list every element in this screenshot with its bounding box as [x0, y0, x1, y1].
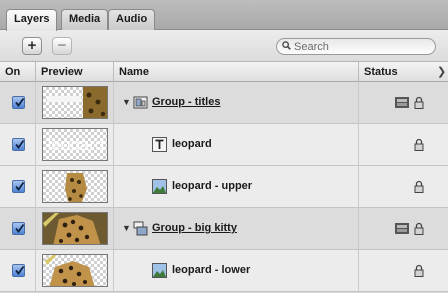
layer-preview-thumbnail: leopard — [42, 128, 108, 161]
disclosure-triangle-icon[interactable]: ▼ — [122, 223, 131, 233]
tab-bar: Layers Media Audio — [0, 0, 448, 31]
image-layer-icon — [152, 179, 167, 194]
layer-preview-thumbnail — [42, 254, 108, 287]
column-name-label: Name — [119, 66, 149, 78]
name-cell: ▼ Group - big kitty — [114, 208, 359, 250]
on-cell — [0, 208, 36, 250]
search-input[interactable] — [294, 39, 424, 54]
preview-cell — [36, 250, 114, 292]
status-cell — [359, 82, 437, 124]
preview-cell — [36, 166, 114, 208]
column-status-label: Status — [364, 66, 398, 78]
layer-row[interactable]: leopard leopard — [0, 124, 448, 166]
add-layer-button[interactable]: + — [22, 37, 42, 55]
layer-name[interactable]: leopard - upper — [172, 180, 252, 192]
layer-preview-thumbnail — [42, 212, 108, 245]
enable-checkbox[interactable] — [12, 96, 25, 109]
on-cell — [0, 82, 36, 124]
tab-media-label: Media — [69, 13, 101, 25]
layer-row[interactable]: ▼ Group - big kitty — [0, 208, 448, 250]
name-cell: ▼ Group - titles — [114, 82, 359, 124]
column-status[interactable]: Status — [359, 62, 437, 82]
layer-name[interactable]: leopard — [172, 138, 212, 150]
group-icon — [133, 96, 148, 109]
lock-icon[interactable] — [414, 96, 424, 109]
column-name[interactable]: Name — [114, 62, 359, 82]
toolbar: + − — [0, 30, 448, 62]
chevron-right-icon[interactable]: ❯ — [437, 65, 446, 78]
checkmark-icon — [15, 97, 25, 107]
image-layer-icon — [152, 263, 167, 278]
disclosure-triangle-icon[interactable]: ▼ — [122, 97, 131, 107]
status-cell — [359, 250, 437, 292]
group-icon — [133, 221, 148, 236]
enable-checkbox[interactable] — [12, 222, 25, 235]
tab-layers[interactable]: Layers — [6, 9, 58, 31]
checkmark-icon — [15, 139, 25, 149]
tab-media[interactable]: Media — [61, 9, 109, 30]
tab-audio[interactable]: Audio — [108, 9, 156, 30]
layers-list: ▼ Group - titles leopard leopard leopard… — [0, 82, 448, 293]
layer-row[interactable]: leopard - upper — [0, 166, 448, 208]
layer-name[interactable]: leopard - lower — [172, 264, 250, 276]
column-on[interactable]: On — [0, 62, 36, 82]
column-preview[interactable]: Preview — [36, 62, 114, 82]
layer-name[interactable]: Group - titles — [152, 96, 220, 108]
enable-checkbox[interactable] — [12, 264, 25, 277]
lock-icon[interactable] — [414, 138, 424, 151]
remove-layer-button[interactable]: − — [52, 37, 72, 55]
layer-preview-thumbnail — [42, 86, 108, 119]
lock-icon[interactable] — [414, 222, 424, 235]
status-cell — [359, 124, 437, 166]
preview-cell — [36, 208, 114, 250]
column-header: On Preview Name Status ❯ — [0, 62, 448, 82]
tab-audio-label: Audio — [116, 13, 148, 25]
layers-panel: Layers Media Audio + − On Preview Name S… — [0, 0, 448, 293]
status-cell — [359, 208, 437, 250]
search-field[interactable] — [276, 38, 436, 55]
tab-layers-label: Layers — [14, 13, 50, 25]
column-on-label: On — [5, 66, 21, 78]
film-icon — [395, 97, 409, 108]
name-cell: leopard - lower — [114, 250, 359, 292]
preview-text: leopard — [47, 135, 105, 154]
on-cell — [0, 166, 36, 208]
film-icon — [395, 223, 409, 234]
preview-cell — [36, 82, 114, 124]
layer-preview-thumbnail — [42, 170, 108, 203]
search-icon — [282, 41, 291, 50]
on-cell — [0, 250, 36, 292]
status-cell — [359, 166, 437, 208]
layer-name[interactable]: Group - big kitty — [152, 222, 237, 234]
checkmark-icon — [15, 223, 25, 233]
on-cell — [0, 124, 36, 166]
text-layer-icon — [152, 137, 167, 152]
column-preview-label: Preview — [41, 66, 83, 78]
layer-row[interactable]: ▼ Group - titles — [0, 82, 448, 124]
enable-checkbox[interactable] — [12, 180, 25, 193]
lock-icon[interactable] — [414, 180, 424, 193]
layer-row[interactable]: leopard - lower — [0, 250, 448, 292]
checkmark-icon — [15, 181, 25, 191]
enable-checkbox[interactable] — [12, 138, 25, 151]
lock-icon[interactable] — [414, 264, 424, 277]
name-cell: leopard - upper — [114, 166, 359, 208]
name-cell: leopard — [114, 124, 359, 166]
checkmark-icon — [15, 265, 25, 275]
preview-cell: leopard — [36, 124, 114, 166]
